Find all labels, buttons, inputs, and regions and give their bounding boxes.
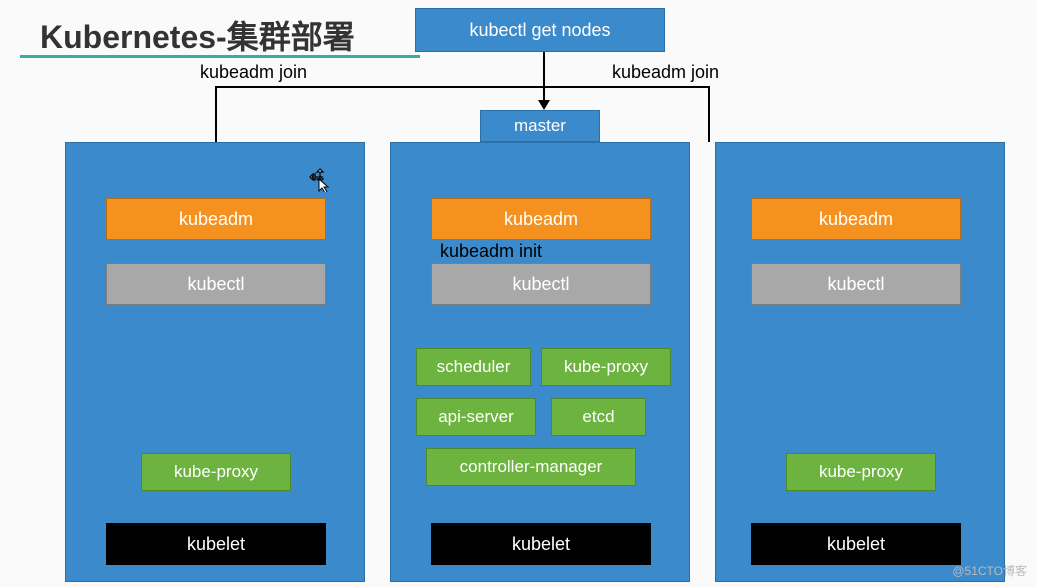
master-tab: master <box>480 110 600 142</box>
kube-proxy-box: kube-proxy <box>541 348 671 386</box>
connector-line <box>215 86 217 142</box>
kubelet-box: kubelet <box>431 523 651 565</box>
connector-line <box>543 52 545 88</box>
kubeadm-box: kubeadm <box>751 198 961 240</box>
kubelet-box: kubelet <box>106 523 326 565</box>
kubeadm-box: kubeadm <box>431 198 651 240</box>
kubeadm-init-label: kubeadm init <box>440 241 542 262</box>
move-cursor-icon <box>308 168 332 192</box>
top-command-box: kubectl get nodes <box>415 8 665 52</box>
join-label-right: kubeadm join <box>612 62 719 83</box>
master-node: kubeadm kubectl scheduler kube-proxy api… <box>390 142 690 582</box>
worker-node-right: kubeadm kubectl kube-proxy kubelet <box>715 142 1005 582</box>
connector-line <box>708 86 710 142</box>
kubectl-box: kubectl <box>106 263 326 305</box>
page-title: Kubernetes-集群部署 <box>40 12 355 58</box>
arrow-down-icon <box>538 100 550 110</box>
scheduler-box: scheduler <box>416 348 531 386</box>
title-underline <box>20 55 420 58</box>
join-label-left: kubeadm join <box>200 62 307 83</box>
kube-proxy-box: kube-proxy <box>786 453 936 491</box>
kubelet-box: kubelet <box>751 523 961 565</box>
watermark: @51CTO博客 <box>952 562 1027 579</box>
kubeadm-box: kubeadm <box>106 198 326 240</box>
api-server-box: api-server <box>416 398 536 436</box>
kubectl-box: kubectl <box>751 263 961 305</box>
kube-proxy-box: kube-proxy <box>141 453 291 491</box>
connector-line <box>215 86 710 88</box>
worker-node-left: kubeadm kubectl kube-proxy kubelet <box>65 142 365 582</box>
kubectl-box: kubectl <box>431 263 651 305</box>
etcd-box: etcd <box>551 398 646 436</box>
controller-manager-box: controller-manager <box>426 448 636 486</box>
